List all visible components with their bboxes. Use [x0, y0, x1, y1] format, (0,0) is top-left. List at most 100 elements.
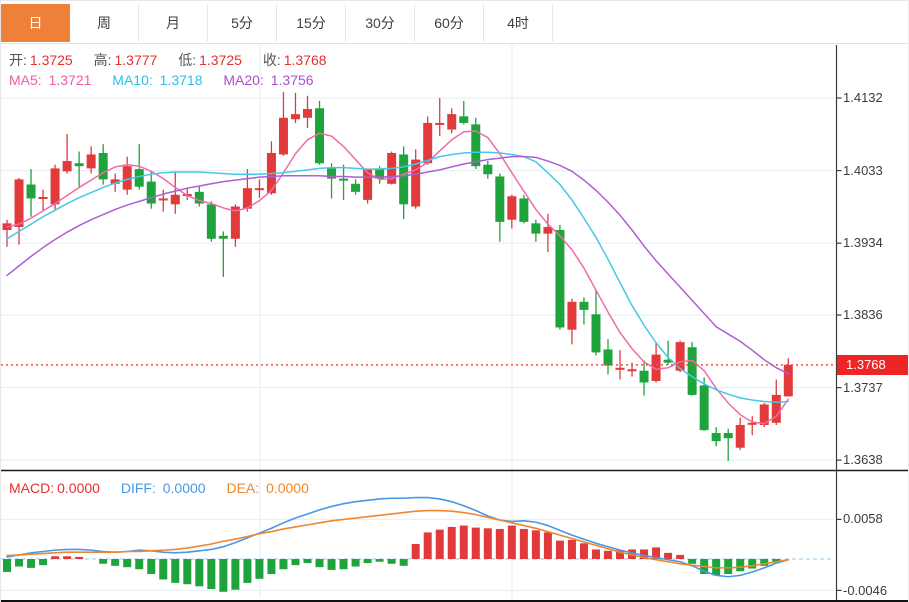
- macd-bar: [399, 559, 408, 566]
- macd-bar: [351, 559, 360, 567]
- candle: [254, 188, 264, 191]
- tab-period-month[interactable]: 月: [139, 4, 208, 42]
- macd-bar: [736, 559, 745, 572]
- macd-bar: [664, 552, 673, 559]
- macd-bar: [75, 556, 84, 559]
- dea-label: DEA:: [226, 480, 260, 496]
- candle: [699, 385, 709, 431]
- macd-bar: [507, 525, 516, 559]
- macd-bar: [579, 543, 588, 559]
- macd-label: MACD:: [9, 480, 55, 496]
- candle: [555, 229, 565, 328]
- macd-bar: [243, 559, 252, 583]
- candle: [278, 117, 288, 155]
- price-tick-4: 1.3836: [843, 307, 883, 322]
- open-label: 开:: [9, 52, 27, 68]
- candle: [146, 181, 156, 204]
- diff-label: DIFF:: [120, 480, 156, 496]
- tab-period-day[interactable]: 日: [1, 4, 70, 42]
- high-value: 1.3777: [114, 52, 158, 68]
- macd-bar: [303, 559, 312, 564]
- macd-bar: [543, 532, 552, 559]
- macd-tick-2: -0.0046: [843, 583, 888, 598]
- candle: [459, 116, 469, 123]
- macd-bar: [604, 550, 612, 559]
- macd-bar: [483, 528, 492, 559]
- tab-period-60min[interactable]: 60分: [415, 4, 484, 42]
- macd-bar: [555, 540, 564, 559]
- candle: [723, 433, 733, 439]
- candle: [206, 204, 216, 239]
- candle: [687, 347, 697, 395]
- candle: [170, 194, 180, 205]
- grid-lines: [1, 43, 834, 598]
- close-label: 收:: [262, 52, 281, 68]
- macd-bar: [411, 543, 420, 559]
- macd-bar: [724, 559, 733, 575]
- candle: [627, 369, 637, 372]
- macd-bar: [688, 559, 697, 564]
- macd-bar: [567, 539, 576, 559]
- macd-bar: [15, 559, 24, 567]
- ma10-label: MA10:: [112, 72, 153, 88]
- macd-bar: [291, 559, 300, 566]
- price-tick-5: 1.3737: [843, 380, 883, 395]
- candle: [290, 114, 300, 120]
- ma5-value: 1.3721: [48, 72, 92, 88]
- tab-period-5min[interactable]: 5分: [208, 4, 277, 42]
- macd-legend: MACD: 0.0000 DIFF: 0.0000 DEA: 0.0000: [9, 480, 326, 496]
- price-tick-6: 1.3638: [843, 452, 883, 467]
- candle: [351, 183, 361, 192]
- low-label: 低:: [178, 52, 197, 68]
- candle: [639, 370, 649, 383]
- candle: [483, 164, 493, 175]
- macd-bar: [279, 559, 288, 570]
- price-tick-1: 1.4132: [843, 90, 883, 105]
- price-tick-2: 1.4033: [843, 163, 883, 178]
- macd-bar: [748, 559, 757, 569]
- macd-bar: [459, 525, 468, 559]
- ohlc-legend: 开: 1.3725 高: 1.3777 低: 1.3725 收: 1.3768: [9, 50, 344, 70]
- tab-period-4hour[interactable]: 4时: [484, 4, 553, 42]
- candle: [531, 223, 541, 234]
- tab-period-30min[interactable]: 30分: [346, 4, 415, 42]
- diff-value: 0.0000: [162, 480, 206, 496]
- macd-bar: [183, 559, 192, 585]
- candle: [303, 108, 312, 118]
- macd-bar: [63, 556, 72, 559]
- candle: [435, 122, 445, 125]
- candle: [615, 367, 625, 370]
- dea-value: 0.0000: [266, 480, 309, 496]
- candle: [411, 159, 421, 207]
- candle: [74, 163, 84, 167]
- chart-canvas[interactable]: [1, 1, 909, 602]
- candle: [50, 168, 60, 205]
- macd-bar: [423, 532, 432, 559]
- macd-bar: [171, 559, 180, 583]
- candle: [567, 301, 577, 330]
- candle: [711, 433, 721, 442]
- candle: [783, 364, 793, 397]
- candle: [14, 179, 24, 228]
- candle: [579, 301, 589, 310]
- ma20-label: MA20:: [223, 72, 264, 88]
- macd-bar: [99, 559, 108, 564]
- candle: [447, 114, 457, 130]
- macd-bar: [435, 529, 444, 559]
- current-price-badge: 1.3768: [837, 355, 908, 375]
- ma20-value: 1.3756: [270, 72, 314, 88]
- macd-bar: [339, 559, 348, 570]
- close-value: 1.3768: [283, 52, 327, 68]
- candle: [339, 178, 349, 181]
- open-value: 1.3725: [29, 52, 73, 68]
- macd-bar: [255, 559, 264, 579]
- high-label: 高:: [93, 52, 112, 68]
- tab-period-week[interactable]: 周: [70, 4, 139, 42]
- macd-bar: [327, 559, 336, 570]
- candlestick-series: [2, 92, 793, 461]
- macd-bar: [147, 559, 156, 575]
- candle: [26, 184, 36, 199]
- kline-chart-app: 日 周 月 5分 15分 30分 60分 4时 开: 1.3725 高: 1.377…: [0, 0, 909, 602]
- tab-period-15min[interactable]: 15分: [277, 4, 346, 42]
- macd-tick-1: 0.0058: [843, 511, 883, 526]
